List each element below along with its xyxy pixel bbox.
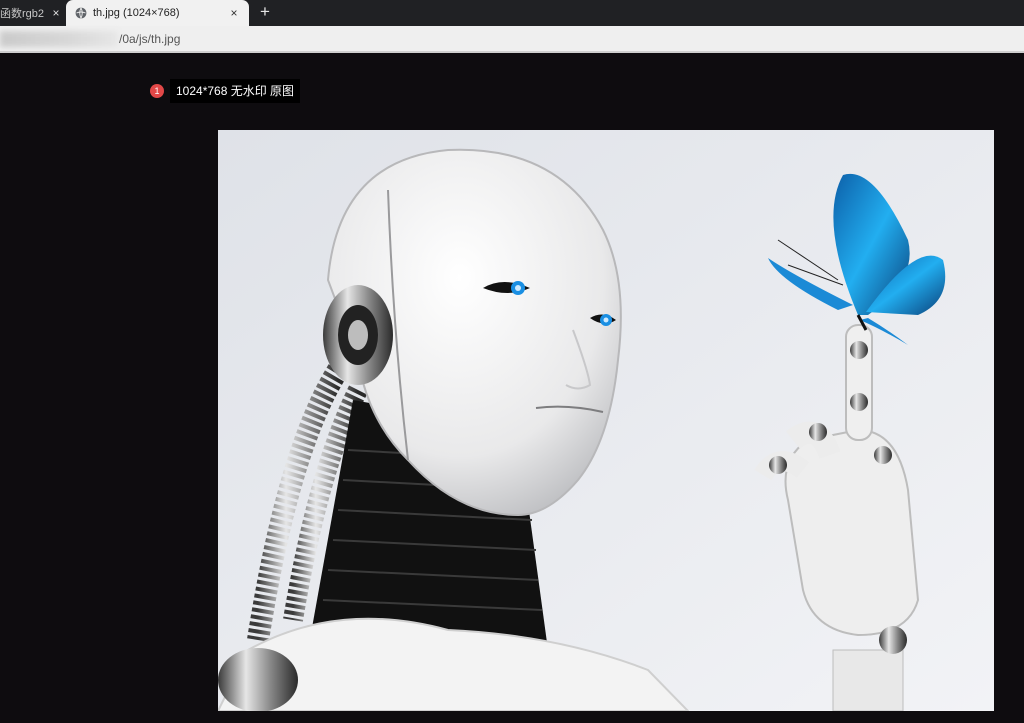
close-icon[interactable]: × <box>227 7 241 21</box>
globe-icon <box>75 7 87 19</box>
new-tab-button[interactable]: + <box>257 3 273 20</box>
image-caption: 1024*768 无水印 原图 <box>170 79 301 103</box>
tab-strip: 函数rgb2g × th.jpg (1024×768) × + <box>0 0 1024 26</box>
redacted-url-host <box>0 31 118 47</box>
tab-rgb2gray[interactable]: 函数rgb2g × <box>0 0 66 26</box>
displayed-image <box>218 130 994 711</box>
address-bar[interactable]: /0a/js/th.jpg <box>0 26 1024 53</box>
shoulder-joint <box>218 648 298 711</box>
tab-title: 函数rgb2g <box>0 8 44 20</box>
tab-th-jpg[interactable]: th.jpg (1024×768) × <box>66 0 249 26</box>
ear-speaker <box>323 285 393 385</box>
url-text[interactable]: /0a/js/th.jpg <box>119 32 180 46</box>
tab-title: th.jpg (1024×768) <box>93 7 180 19</box>
close-icon[interactable]: × <box>49 7 63 21</box>
notification-badge: 1 <box>150 84 164 98</box>
robot-butterfly-illustration <box>218 130 994 711</box>
